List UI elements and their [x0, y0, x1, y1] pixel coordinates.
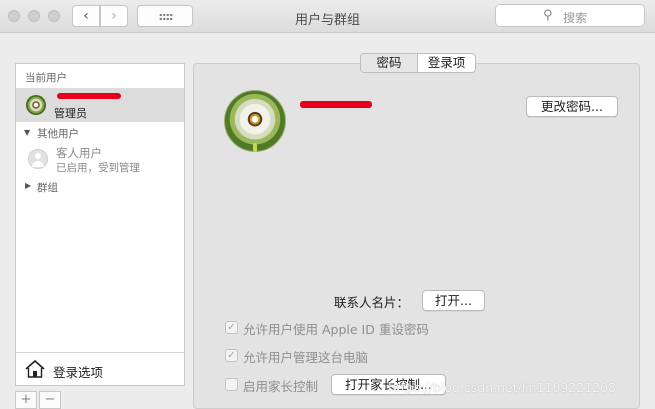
guest-user-name[interactable]: 客人用户: [56, 145, 102, 161]
house-icon: [25, 359, 45, 378]
remove-user-button[interactable]: −: [39, 391, 61, 409]
user-role: 管理员: [54, 107, 87, 120]
parental-controls-checkbox[interactable]: [225, 378, 238, 391]
tab-login-items[interactable]: 登录项: [418, 54, 475, 72]
allow-apple-id-reset-label: 允许用户使用 Apple ID 重设密码: [243, 322, 429, 337]
contact-card-label: 联系人名片：: [334, 295, 410, 310]
user-picture[interactable]: [224, 90, 286, 152]
triangle-down-icon[interactable]: ▼: [24, 128, 30, 137]
search-icon: ⚲: [543, 8, 553, 23]
change-password-button[interactable]: 更改密码...: [526, 96, 618, 117]
redacted-username: [57, 93, 121, 99]
sidebar-item-current-user[interactable]: 管理员: [16, 88, 184, 122]
add-remove-bar: + −: [15, 391, 65, 409]
allow-admin-checkbox[interactable]: ✓: [225, 349, 238, 362]
users-sidebar: 当前用户 管理员 ▼ 其他用户 客人用户 已启用，受到管理 ▶ 群组 登录选项: [15, 63, 185, 386]
parental-controls-label: 启用家长控制: [243, 379, 319, 394]
search-input[interactable]: ⚲ 搜索: [495, 4, 645, 27]
other-users-heading: 其他用户: [37, 128, 79, 140]
search-placeholder: 搜索: [563, 11, 588, 25]
redacted-full-name: [300, 101, 372, 108]
checkmark-icon: ✓: [227, 350, 236, 361]
tab-password[interactable]: 密码: [361, 54, 418, 72]
title-bar: ‹ › 用户与群组 ⚲ 搜索: [0, 0, 655, 33]
login-options-label: 登录选项: [53, 365, 104, 380]
add-user-button[interactable]: +: [15, 391, 37, 409]
tab-bar: 密码 登录项: [360, 53, 476, 73]
allow-apple-id-reset-checkbox[interactable]: ✓: [225, 321, 238, 334]
dandelion-stem: [253, 143, 257, 152]
guest-user-status: 已启用，受到管理: [56, 162, 140, 174]
current-users-heading: 当前用户: [25, 72, 67, 84]
allow-admin-label: 允许用户管理这台电脑: [243, 350, 369, 365]
groups-heading[interactable]: 群组: [37, 180, 58, 195]
open-contact-card-button[interactable]: 打开...: [422, 290, 485, 311]
triangle-right-icon[interactable]: ▶: [25, 181, 31, 190]
checkmark-icon: ✓: [227, 322, 236, 333]
guest-avatar-icon: [28, 149, 48, 169]
watermark: https://blog.csdn.net/lin1109221208: [388, 380, 617, 395]
user-avatar: [26, 95, 46, 115]
login-options-item[interactable]: 登录选项: [16, 353, 184, 386]
